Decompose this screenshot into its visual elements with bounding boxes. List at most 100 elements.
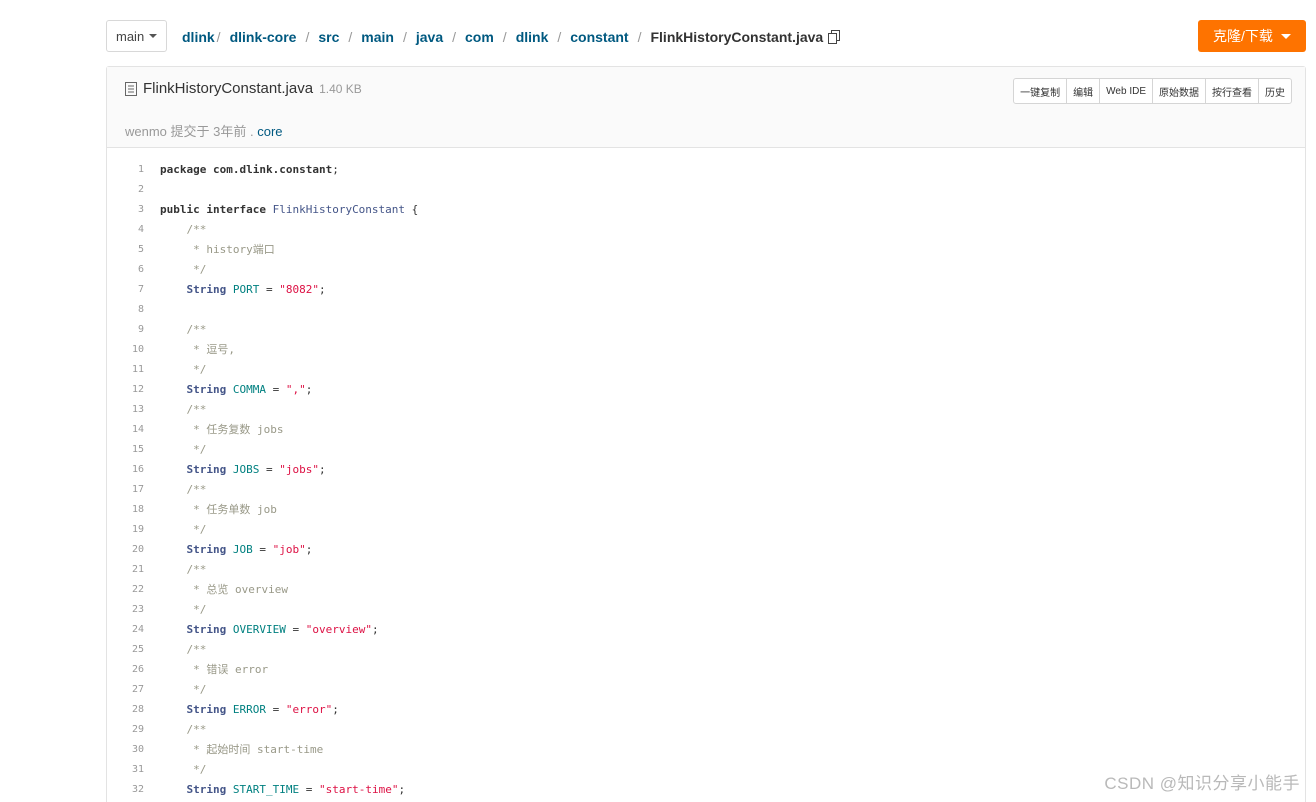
line-number[interactable]: 15	[107, 444, 144, 455]
line-number[interactable]: 10	[107, 344, 144, 355]
code-line: 1 package com.dlink.constant;	[107, 159, 1305, 179]
line-number[interactable]: 7	[107, 284, 144, 295]
edit-button[interactable]: 编辑	[1067, 79, 1101, 103]
code-line: 19 */	[107, 519, 1305, 539]
line-number[interactable]: 24	[107, 624, 144, 635]
breadcrumb-link[interactable]: src	[318, 29, 339, 45]
code-text: String START_TIME = "start-time";	[160, 783, 405, 796]
line-number[interactable]: 9	[107, 324, 144, 335]
file-icon	[125, 81, 137, 96]
code-token: * 错误 error	[160, 663, 269, 676]
line-number[interactable]: 11	[107, 364, 144, 375]
breadcrumb-link[interactable]: dlink	[516, 29, 549, 45]
code-token: * 逗号,	[160, 343, 235, 356]
code-line: 10 * 逗号,	[107, 339, 1305, 359]
breadcrumb-separator: /	[348, 29, 353, 45]
line-number[interactable]: 20	[107, 544, 144, 555]
chevron-down-icon	[149, 34, 158, 38]
code-text: String COMMA = ",";	[160, 383, 312, 396]
line-number[interactable]: 17	[107, 484, 144, 495]
code-line: 27 */	[107, 679, 1305, 699]
branch-label: main	[116, 28, 145, 44]
raw-button[interactable]: 原始数据	[1153, 79, 1206, 103]
line-number[interactable]: 22	[107, 584, 144, 595]
code-line: 20 String JOB = "job";	[107, 539, 1305, 559]
watermark: CSDN @知识分享小能手	[1104, 774, 1300, 793]
line-number[interactable]: 27	[107, 684, 144, 695]
code-token: * 任务复数 jobs	[160, 423, 284, 436]
clone-download-button[interactable]: 克隆/下载	[1198, 20, 1306, 52]
line-number[interactable]: 3	[107, 204, 144, 215]
code-token: ;	[305, 542, 313, 556]
line-number[interactable]: 18	[107, 504, 144, 515]
code-line: 4 /**	[107, 219, 1305, 239]
line-number[interactable]: 30	[107, 744, 144, 755]
code-line: 24 String OVERVIEW = "overview";	[107, 619, 1305, 639]
breadcrumb-link[interactable]: dlink	[182, 29, 215, 45]
breadcrumb-separator: /	[305, 29, 310, 45]
code-token: package	[160, 162, 213, 176]
code-line: 28 String ERROR = "error";	[107, 699, 1305, 719]
line-number[interactable]: 26	[107, 664, 144, 675]
code-token: String	[160, 382, 233, 396]
line-number[interactable]: 25	[107, 644, 144, 655]
copy-path-icon[interactable]	[828, 30, 841, 44]
line-number[interactable]: 31	[107, 764, 144, 775]
web-ide-button[interactable]: Web IDE	[1100, 79, 1153, 103]
history-button[interactable]: 历史	[1259, 79, 1291, 103]
code-token: /**	[160, 222, 207, 236]
code-token: String	[160, 462, 233, 476]
code-line: 11 */	[107, 359, 1305, 379]
code-token: "overview"	[305, 622, 372, 636]
line-number[interactable]: 16	[107, 464, 144, 475]
code-token: COMMA	[232, 382, 266, 396]
code-line: 7 String PORT = "8082";	[107, 279, 1305, 299]
line-number[interactable]: 23	[107, 604, 144, 615]
breadcrumb-link[interactable]: main	[361, 29, 394, 45]
line-number[interactable]: 19	[107, 524, 144, 535]
line-number[interactable]: 13	[107, 404, 144, 415]
line-number[interactable]: 8	[107, 304, 144, 315]
code-line: 12 String COMMA = ",";	[107, 379, 1305, 399]
code-token: String	[160, 282, 233, 296]
code-token: "start-time"	[318, 782, 399, 796]
line-number[interactable]: 14	[107, 424, 144, 435]
code-text: * 错误 error	[160, 661, 268, 677]
file-actions: 一键复制 编辑 Web IDE 原始数据 按行查看 历史	[1013, 78, 1292, 104]
line-number[interactable]: 6	[107, 264, 144, 275]
breadcrumb-link[interactable]: constant	[570, 29, 628, 45]
blame-button[interactable]: 按行查看	[1206, 79, 1259, 103]
code-token: ;	[332, 162, 346, 176]
commit-branch-link[interactable]: core	[257, 124, 282, 139]
line-number[interactable]: 1	[107, 164, 144, 175]
breadcrumb-link[interactable]: dlink-core	[230, 29, 297, 45]
code-text: /**	[160, 323, 206, 336]
code-token: * 任务单数 job	[160, 503, 277, 516]
code-token: ;	[318, 282, 326, 296]
line-number[interactable]: 2	[107, 184, 144, 195]
code-token: */	[160, 262, 207, 276]
code-line: 6 */	[107, 259, 1305, 279]
branch-selector[interactable]: main	[106, 20, 167, 52]
line-number[interactable]: 5	[107, 244, 144, 255]
code-token: /**	[160, 482, 207, 496]
code-text: */	[160, 683, 206, 696]
line-number[interactable]: 28	[107, 704, 144, 715]
breadcrumb-separator: /	[216, 29, 221, 45]
line-number[interactable]: 4	[107, 224, 144, 235]
code-text: /**	[160, 643, 206, 656]
commit-author[interactable]: wenmo	[125, 124, 167, 139]
line-number[interactable]: 12	[107, 384, 144, 395]
copy-all-button[interactable]: 一键复制	[1014, 79, 1068, 103]
code-view: 1 package com.dlink.constant; 2 3 public in…	[107, 159, 1305, 799]
code-text: */	[160, 443, 206, 456]
code-token: =	[299, 782, 319, 796]
line-number[interactable]: 32	[107, 784, 144, 795]
breadcrumb-link[interactable]: java	[416, 29, 443, 45]
line-number[interactable]: 29	[107, 724, 144, 735]
code-text: public interface FlinkHistoryConstant {	[160, 203, 418, 216]
line-number[interactable]: 21	[107, 564, 144, 575]
breadcrumb-link[interactable]: com	[465, 29, 494, 45]
code-token: JOB	[232, 542, 253, 556]
code-token: "jobs"	[279, 462, 319, 476]
